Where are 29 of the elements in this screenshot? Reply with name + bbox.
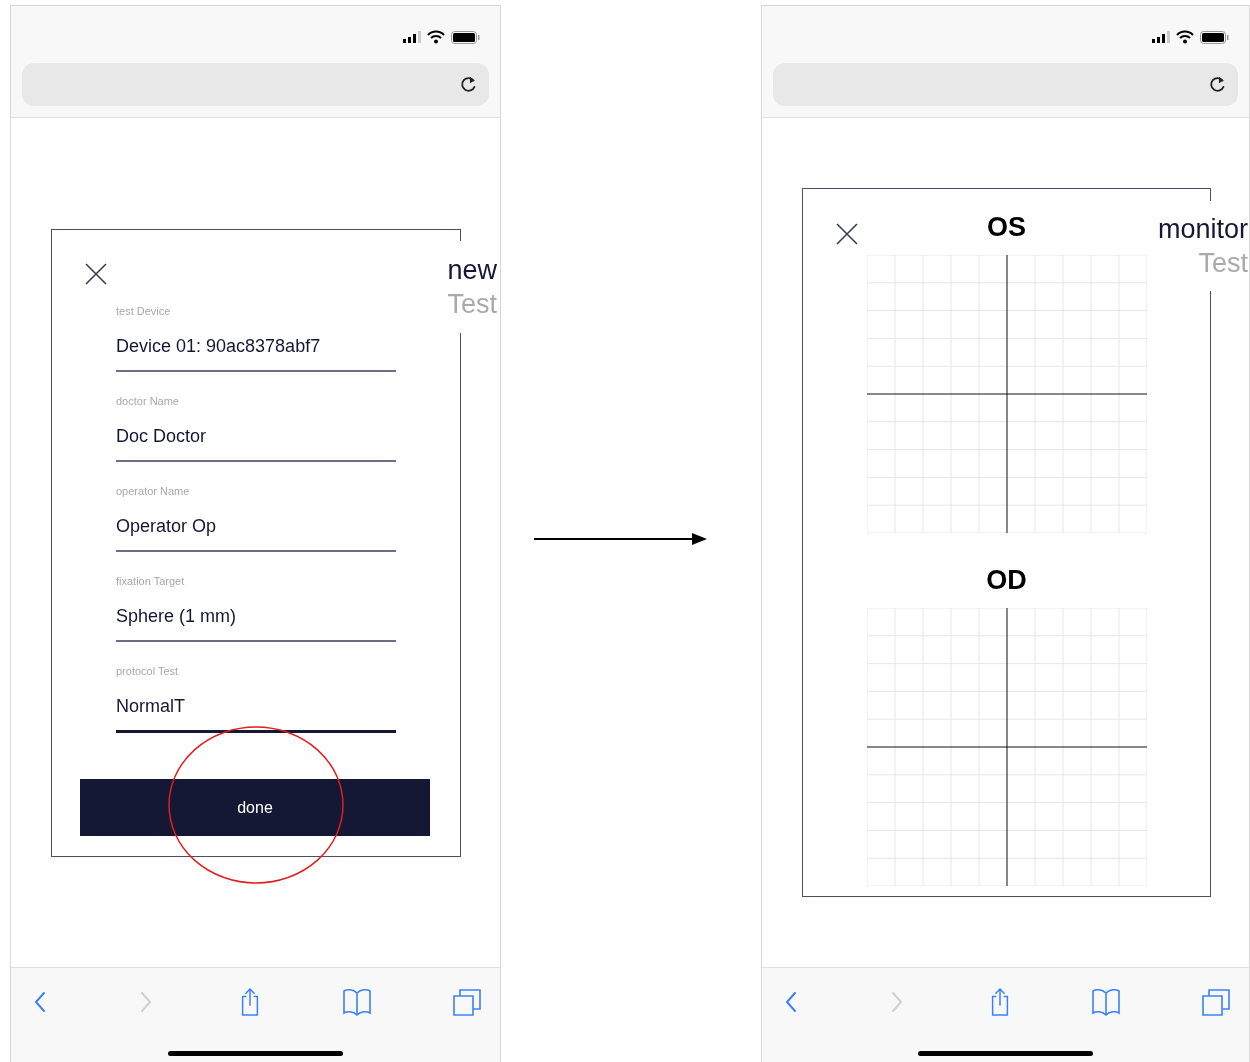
wifi-icon bbox=[1176, 30, 1194, 44]
chart-title: OS bbox=[987, 212, 1026, 242]
book-icon[interactable] bbox=[1091, 987, 1122, 1017]
field-label: test Device bbox=[116, 304, 172, 318]
page-subtitle: Test bbox=[1198, 247, 1248, 280]
page-title: new bbox=[447, 254, 497, 287]
tabs-icon[interactable] bbox=[1201, 987, 1231, 1017]
battery-icon bbox=[1200, 30, 1229, 44]
page-title: monitor bbox=[1157, 213, 1248, 246]
close-icon[interactable] bbox=[836, 223, 858, 245]
input-field[interactable]: Doc Doctor bbox=[116, 424, 396, 462]
input-field[interactable]: Device 01: 90ac8378abf7 bbox=[116, 334, 396, 372]
field-label: protocol Test bbox=[116, 664, 180, 678]
signal-icon bbox=[403, 31, 421, 43]
done-button[interactable]: done bbox=[80, 779, 430, 836]
input-field[interactable]: Operator Op bbox=[116, 514, 396, 552]
battery-icon bbox=[451, 30, 480, 44]
wifi-icon bbox=[427, 30, 445, 44]
tabs-icon[interactable] bbox=[452, 987, 482, 1017]
page-subtitle: Test bbox=[447, 288, 497, 321]
close-icon[interactable] bbox=[85, 263, 107, 285]
field-label: operator Name bbox=[116, 484, 191, 498]
book-icon[interactable] bbox=[341, 987, 372, 1017]
signal-icon bbox=[1152, 31, 1170, 43]
chart-title: OD bbox=[986, 565, 1027, 595]
input-field[interactable]: Sphere (1 mm) bbox=[116, 604, 396, 642]
input-field[interactable]: NormalT bbox=[116, 694, 396, 733]
field-label: fixation Target bbox=[116, 574, 186, 588]
field-label: doctor Name bbox=[116, 394, 180, 408]
